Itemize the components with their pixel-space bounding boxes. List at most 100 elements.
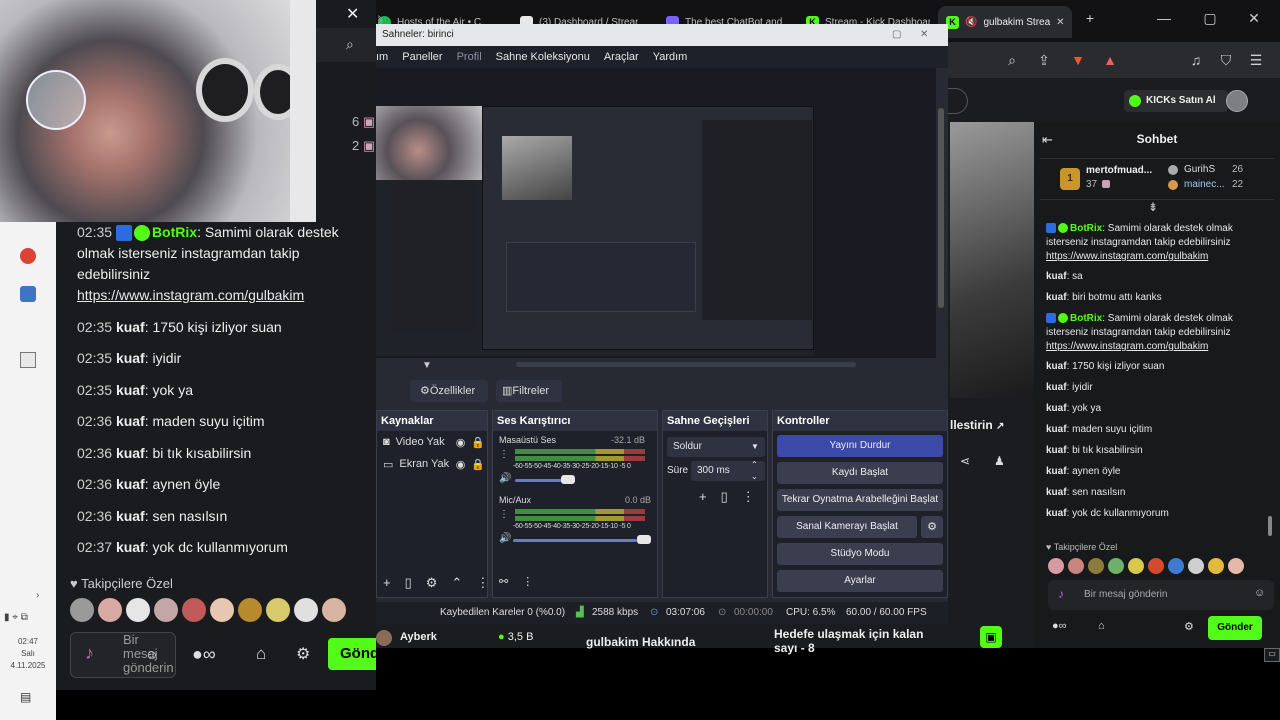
overlay-icon[interactable]: ▭ [1264, 648, 1280, 662]
chat-username[interactable]: kuaf [116, 319, 145, 335]
chat-username[interactable]: kuaf [1046, 361, 1067, 372]
menu-item[interactable]: ım [376, 51, 388, 63]
emote-icon[interactable] [1148, 558, 1164, 574]
add-icon[interactable]: + [383, 575, 391, 591]
leader-name[interactable]: mainec... [1184, 179, 1225, 190]
user-name[interactable]: Ayberk [400, 631, 437, 643]
store-icon[interactable]: ⌂ [1098, 620, 1105, 632]
menu-item-sahne-koleksiyonu[interactable]: Sahne Koleksiyonu [496, 51, 590, 63]
volume-handle[interactable] [561, 475, 575, 484]
transition-select[interactable]: Soldur ▼ [667, 437, 765, 457]
close-tab-icon[interactable]: ✕ [1056, 17, 1064, 28]
maximize-icon[interactable]: ▢ [1200, 10, 1220, 27]
chat-username[interactable]: kuaf [116, 413, 145, 429]
emote-icon[interactable] [70, 598, 94, 622]
menu-item-profil[interactable]: Profil [457, 51, 482, 63]
start-recording-button[interactable]: Kaydı Başlat [777, 462, 943, 484]
vpn-icon[interactable]: ⛉ [1216, 50, 1236, 70]
emote-icon[interactable] [1168, 558, 1184, 574]
leader-name[interactable]: mertofmuad... [1086, 165, 1152, 176]
chat-username[interactable]: kuaf [116, 350, 145, 366]
emote-icon[interactable] [126, 598, 150, 622]
share-icon[interactable]: ⇪ [1034, 50, 1054, 70]
emote-icon[interactable] [1068, 558, 1084, 574]
settings-button[interactable]: Ayarlar [777, 570, 943, 592]
chat-link[interactable]: https://www.instagram.com/gulbakim [1046, 251, 1208, 262]
eye-icon[interactable]: ◉ [456, 458, 466, 471]
chat-username[interactable]: BotRix [1070, 223, 1102, 234]
new-tab-button[interactable]: + [1080, 10, 1100, 26]
side-link[interactable]: llestirin ↗ [950, 410, 1034, 440]
menu-icon[interactable]: ☰ [1246, 50, 1266, 70]
chat-username[interactable]: BotRix [1070, 313, 1102, 324]
chat-input[interactable]: ♪ Bir mesaj gönderin ☺ [70, 632, 176, 678]
chat-username[interactable]: kuaf [1046, 445, 1067, 456]
microphone-icon[interactable]: ♪ [85, 643, 94, 664]
stream-video[interactable] [950, 122, 1034, 398]
app-icon[interactable] [20, 248, 36, 264]
chat-link[interactable]: https://www.instagram.com/gulbakim [1046, 341, 1208, 352]
store-icon[interactable]: ⌂ [256, 644, 266, 664]
trash-icon[interactable]: ▯ [405, 575, 412, 591]
tab-active-stream[interactable]: K 🔇 gulbakim Strea ✕ [938, 6, 1072, 38]
app-icon[interactable] [20, 286, 36, 302]
chat-username[interactable]: kuaf [116, 445, 145, 461]
more-icon[interactable]: ⋮ [499, 509, 509, 520]
settings-icon[interactable]: ⚙ [1184, 620, 1194, 633]
close-popout-icon[interactable]: ✕ [346, 4, 359, 24]
more-icon[interactable]: ⋮ [522, 575, 533, 588]
emote-icon[interactable] [182, 598, 206, 622]
obs-maximize-icon[interactable]: ▢ [892, 24, 901, 46]
emote-icon[interactable] [322, 598, 346, 622]
preview-scrollbar[interactable] [938, 108, 944, 308]
emote-icon[interactable] [1048, 558, 1064, 574]
chat-username[interactable]: kuaf [116, 382, 145, 398]
chevron-up-icon[interactable]: ⌃ [451, 575, 462, 591]
expand-icon[interactable]: ⇟ [1148, 200, 1158, 214]
filters-button[interactable]: ▥Filtreler [496, 380, 562, 402]
points-icon[interactable]: ●∞ [1052, 620, 1067, 632]
chat-input[interactable]: ♪ Bir mesaj gönderin ☺ [1048, 580, 1274, 610]
properties-button[interactable]: ⚙Özellikler [410, 380, 488, 402]
menu-item-paneller[interactable]: Paneller [402, 51, 442, 63]
microphone-icon[interactable]: ♪ [1058, 587, 1064, 601]
clock[interactable]: 02:47 Salı 4.11.2025 [0, 636, 56, 672]
emoji-icon[interactable]: ☺ [145, 647, 158, 662]
source-item-screen[interactable]: ▭ Ekran Yak ◉ 🔒 [377, 453, 487, 475]
points-icon[interactable]: ●∞ [192, 644, 216, 665]
chevron-right-icon[interactable]: › [36, 590, 39, 601]
trash-icon[interactable]: ▯ [721, 489, 728, 505]
scrollbar[interactable] [1268, 516, 1272, 536]
leader-name[interactable]: GurihS [1184, 164, 1215, 175]
emote-icon[interactable] [154, 598, 178, 622]
eye-icon[interactable]: ◉ [456, 436, 466, 449]
chat-username[interactable]: kuaf [1046, 487, 1067, 498]
tray-icons[interactable]: ▮ ⌖ ⧉ [4, 612, 28, 623]
close-window-icon[interactable]: ✕ [1244, 10, 1264, 27]
source-item-video[interactable]: ◙ Video Yak ◉ 🔒 [377, 431, 487, 453]
obs-preview[interactable] [376, 68, 944, 367]
more-icon[interactable]: ⋮ [476, 575, 489, 591]
chat-username[interactable]: kuaf [1046, 403, 1067, 414]
replay-buffer-button[interactable]: Tekrar Oynatma Arabelleğini Başlat [777, 489, 943, 511]
lock-icon[interactable]: 🔒 [471, 436, 487, 449]
link-icon[interactable]: ⚯ [499, 575, 508, 588]
search-icon[interactable]: ⌕ [346, 36, 354, 53]
share-icon[interactable]: ⋖ [960, 454, 970, 468]
gift-icon[interactable]: ▣ [980, 626, 1002, 648]
send-button[interactable]: Gönder [1208, 616, 1262, 640]
chat-username[interactable]: kuaf [1046, 382, 1067, 393]
avatar[interactable] [376, 630, 392, 646]
chat-username[interactable]: kuaf [1046, 292, 1067, 303]
collapse-arrow-icon[interactable]: ▼ [422, 360, 432, 371]
menu-item-araclar[interactable]: Araçlar [604, 51, 639, 63]
stepper-icon[interactable]: ⌃ ⌄ [751, 459, 758, 483]
search-circle[interactable] [948, 88, 968, 114]
brave-shield-icon[interactable]: ▼ [1068, 50, 1088, 70]
lock-icon[interactable]: 🔒 [471, 458, 487, 471]
emote-icon[interactable] [210, 598, 234, 622]
volume-handle[interactable] [637, 535, 651, 544]
emote-icon[interactable] [1208, 558, 1224, 574]
stop-streaming-button[interactable]: Yayını Durdur [777, 435, 943, 457]
emote-icon[interactable] [1228, 558, 1244, 574]
